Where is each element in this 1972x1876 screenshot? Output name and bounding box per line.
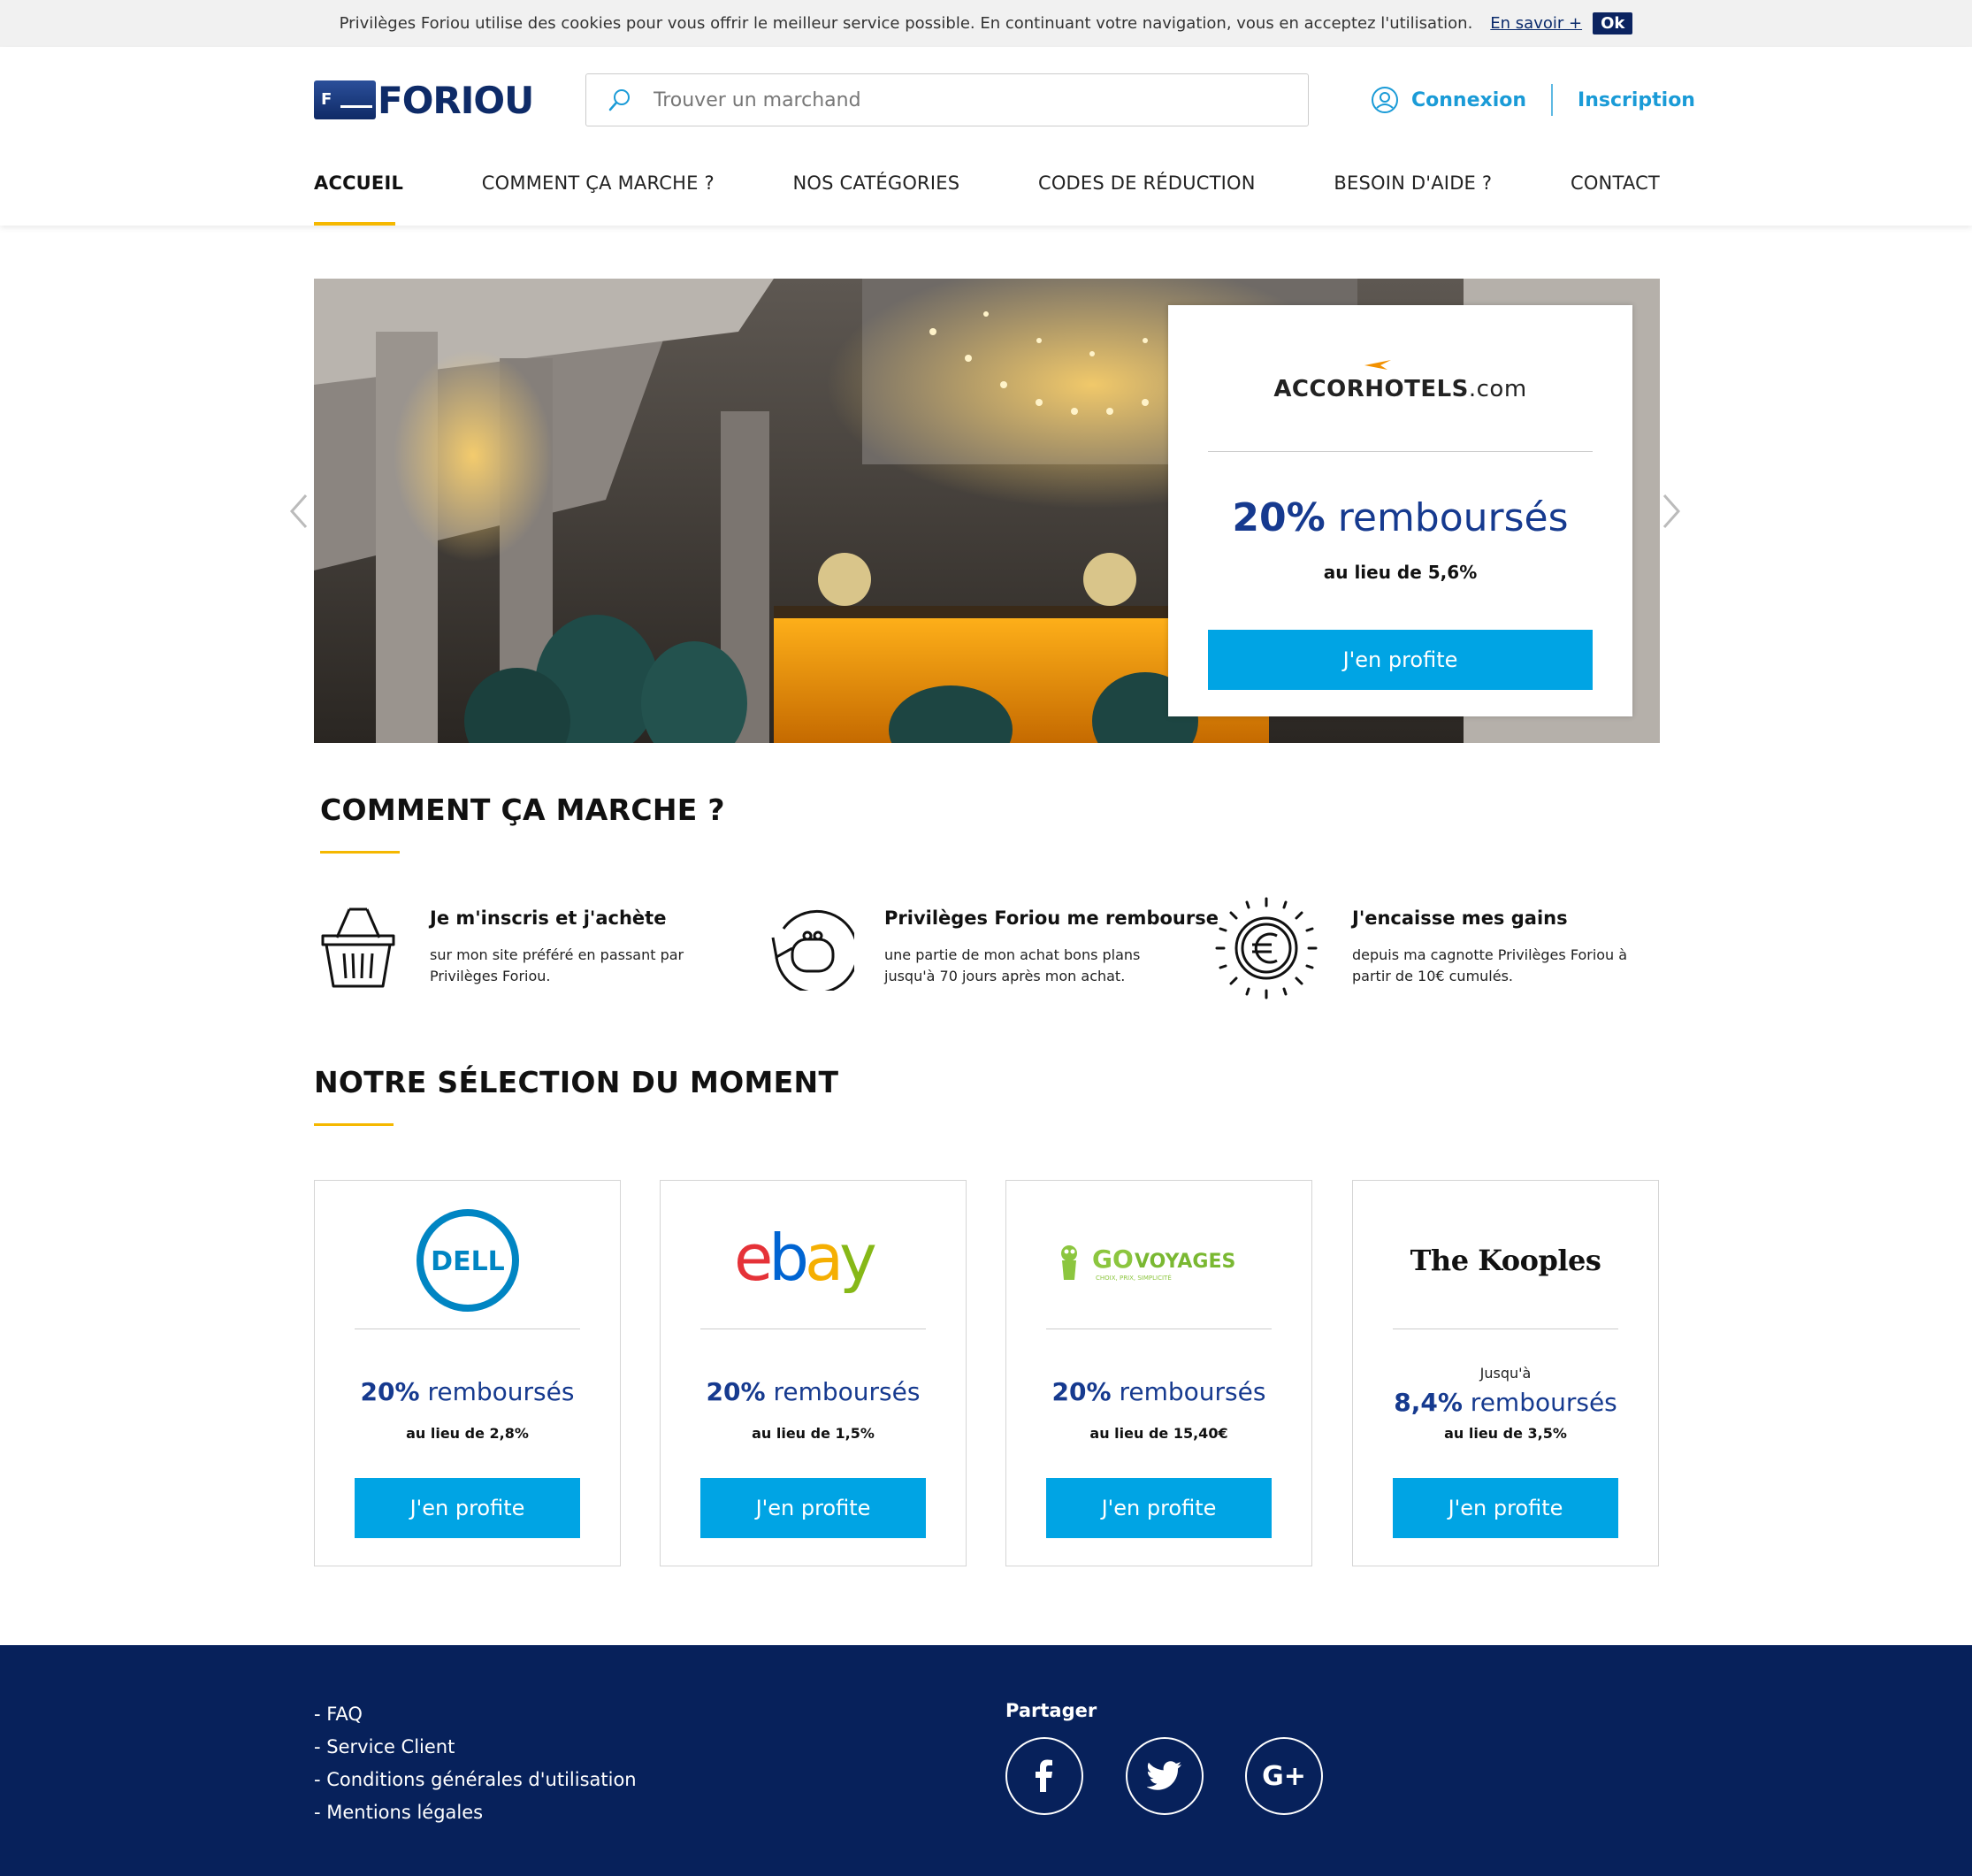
accor-bird-icon [1364,360,1391,370]
purse-refund-icon [771,909,854,991]
offer-cashback-rate: 20% remboursés [706,1377,921,1406]
cookie-banner: Privilèges Foriou utilise des cookies po… [0,0,1972,47]
footer-link-cgu[interactable]: - Conditions générales d'utilisation [314,1764,637,1796]
nav-item-categories[interactable]: NOS CATÉGORIES [793,164,960,226]
govoyages-logo[interactable]: GO VOYAGES CHOIX, PRIX, SIMPLICITÉ [1006,1207,1311,1313]
offer-cta-button[interactable]: J'en profite [1046,1478,1272,1538]
step-description: une partie de mon achat bons plans jusqu… [884,946,1141,984]
offer-cashback-rate: 8,4% remboursés [1394,1388,1617,1417]
svg-text:GO: GO [1092,1244,1134,1274]
step-title: Privilèges Foriou me rembourse [884,907,1219,929]
offer-card-dell: DELL 20% remboursés au lieu de 2,8% J'en… [314,1180,621,1566]
twitter-share-button[interactable] [1126,1737,1204,1815]
footer-links: - FAQ - Service Client - Conditions géné… [314,1698,637,1829]
logo-text: FORIOU [378,78,534,122]
step-description: depuis ma cagnotte Privilèges Foriou à p… [1352,946,1628,984]
merchant-search[interactable] [585,73,1309,126]
hero-carousel: ACCORHOTELS.com 20% remboursés au lieu d… [314,279,1660,743]
main-nav: ACCUEIL COMMENT ÇA MARCHE ? NOS CATÉGORI… [314,164,1660,226]
the-kooples-logo[interactable]: The Kooples [1353,1207,1658,1313]
section-underline [314,1123,394,1126]
step-title: Je m'inscris et j'achète [430,907,667,929]
google-plus-icon: G+ [1262,1760,1306,1792]
cookie-more-link[interactable]: En savoir + [1490,14,1582,33]
auth-links: Connexion Inscription [1371,82,1695,118]
facebook-share-button[interactable] [1005,1737,1083,1815]
nav-item-codes-reduction[interactable]: CODES DE RÉDUCTION [1038,164,1256,226]
user-icon [1372,87,1398,113]
accorhotels-logo: ACCORHOTELS.com [1168,360,1632,402]
search-input[interactable] [654,88,1184,111]
offer-cashback-rate: 20% remboursés [360,1377,575,1406]
footer-link-mentions-legales[interactable]: - Mentions légales [314,1796,637,1829]
hero-previous-rate: au lieu de 5,6% [1323,562,1478,583]
the-kooples-logo-text: The Kooples [1410,1244,1601,1277]
google-plus-share-button[interactable]: G+ [1245,1737,1323,1815]
step-description: sur mon site préféré en passant par Priv… [430,946,684,984]
signup-link[interactable]: Inscription [1578,89,1695,111]
search-icon [608,89,630,111]
site-logo[interactable]: F FORIOU [314,78,534,122]
dell-logo[interactable]: DELL [315,1207,620,1313]
svg-text:VOYAGES: VOYAGES [1135,1251,1235,1273]
footer-link-service-client[interactable]: - Service Client [314,1731,637,1764]
selection-title: NOTRE SÉLECTION DU MOMENT [314,1065,839,1099]
offer-card-ebay: ebay 20% remboursés au lieu de 1,5% J'en… [660,1180,967,1566]
nav-item-aide[interactable]: BESOIN D'AIDE ? [1334,164,1492,226]
offer-cta-button[interactable]: J'en profite [1393,1478,1618,1538]
basket-icon [321,907,395,988]
section-underline [320,851,400,854]
offer-previous-rate: au lieu de 15,40€ [1089,1425,1228,1442]
offer-previous-rate: au lieu de 2,8% [406,1425,529,1442]
site-footer: - FAQ - Service Client - Conditions géné… [0,1645,1972,1876]
card-divider [1208,451,1593,452]
share-title: Partager [1005,1700,1097,1721]
carousel-next-arrow[interactable] [1661,492,1682,531]
logo-mark: F [314,80,376,119]
facebook-icon [1036,1759,1052,1792]
ebay-logo-mark: ebay [734,1225,880,1295]
svg-text:ebay: ebay [734,1225,875,1295]
login-link[interactable]: Connexion [1411,89,1526,111]
offer-upto-label: Jusqu'à [1479,1365,1532,1382]
dell-logo-mark: DELL [416,1209,519,1312]
offer-cta-button[interactable]: J'en profite [700,1478,926,1538]
nav-item-contact[interactable]: CONTACT [1571,164,1660,226]
twitter-icon [1147,1761,1181,1790]
govoyages-logo-mark: GO VOYAGES CHOIX, PRIX, SIMPLICITÉ [1060,1244,1235,1282]
offer-cta-button[interactable]: J'en profite [355,1478,580,1538]
cookie-ok-button[interactable]: Ok [1593,12,1633,34]
svg-text:DELL: DELL [431,1246,505,1277]
site-header: F FORIOU Connexion Inscription ACCUEIL C… [0,47,1972,226]
step-title: J'encaisse mes gains [1352,907,1568,929]
cookie-text: Privilèges Foriou utilise des cookies po… [339,14,1473,33]
offer-previous-rate: au lieu de 1,5% [752,1425,875,1442]
carousel-prev-arrow[interactable] [288,492,310,531]
offer-card-govoyages: GO VOYAGES CHOIX, PRIX, SIMPLICITÉ 20% r… [1005,1180,1312,1566]
nav-item-comment-ca-marche[interactable]: COMMENT ÇA MARCHE ? [482,164,715,226]
euro-coin-icon [1215,897,1318,999]
ebay-logo[interactable]: ebay [661,1207,966,1313]
hero-cta-button[interactable]: J'en profite [1208,630,1593,690]
how-it-works-title: COMMENT ÇA MARCHE ? [320,793,725,827]
hero-offer-card: ACCORHOTELS.com 20% remboursés au lieu d… [1168,305,1632,716]
hero-cashback-rate: 20% remboursés [1232,495,1569,540]
auth-divider [1551,84,1554,116]
nav-item-accueil[interactable]: ACCUEIL [314,164,403,226]
offer-card-the-kooples: The Kooples Jusqu'à 8,4% remboursés au l… [1352,1180,1659,1566]
footer-link-faq[interactable]: - FAQ [314,1698,637,1731]
svg-text:CHOIX, PRIX, SIMPLICITÉ: CHOIX, PRIX, SIMPLICITÉ [1096,1274,1172,1282]
offer-previous-rate: au lieu de 3,5% [1444,1425,1567,1442]
offer-cashback-rate: 20% remboursés [1051,1377,1266,1406]
